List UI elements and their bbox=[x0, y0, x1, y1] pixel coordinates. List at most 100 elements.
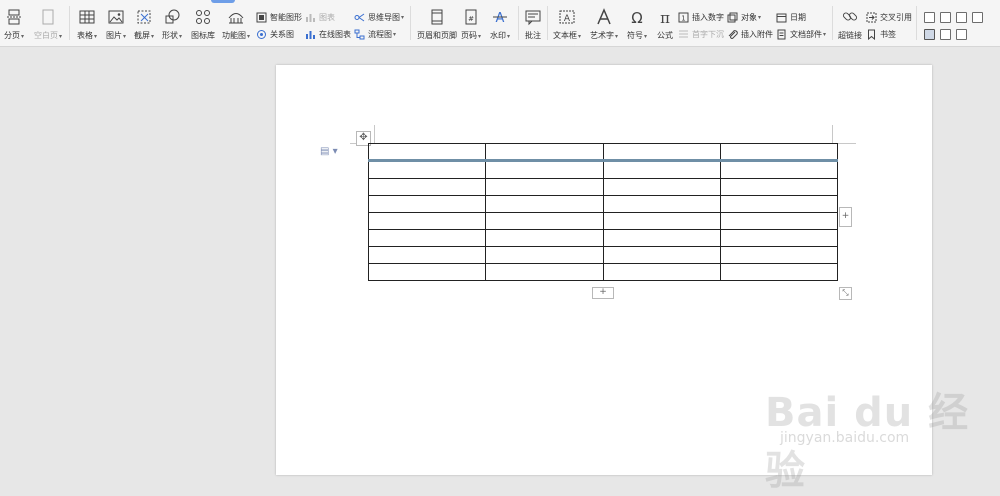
online-chart-button[interactable]: 在线图表 bbox=[305, 29, 351, 40]
divider bbox=[410, 6, 411, 40]
comment-icon bbox=[525, 10, 541, 26]
header-footer-label: 页眉和页脚 bbox=[417, 31, 457, 40]
active-tab-indicator bbox=[211, 0, 235, 3]
table-row bbox=[367, 212, 839, 230]
blank-page-button[interactable]: 空白页▾ bbox=[34, 8, 62, 41]
header-footer-button[interactable]: 页眉和页脚 bbox=[417, 8, 457, 41]
smart-graphic-icon bbox=[256, 12, 267, 23]
bookmark-button[interactable]: 书签 bbox=[866, 29, 896, 40]
doc-parts-label: 文档部件 bbox=[790, 30, 822, 39]
picture-icon bbox=[108, 10, 124, 24]
icon-library-button[interactable]: 图标库 bbox=[191, 8, 215, 41]
view-mode-icon[interactable] bbox=[956, 12, 967, 23]
link-icon bbox=[842, 12, 858, 21]
bookmark-label: 书签 bbox=[880, 30, 896, 39]
table-resize-handle-icon[interactable]: ⤡ bbox=[839, 287, 852, 300]
view-mode-icon[interactable] bbox=[924, 12, 935, 23]
insert-number-label: 插入数字 bbox=[692, 13, 724, 22]
symbol-label: 符号 bbox=[627, 31, 643, 40]
table-button[interactable]: 表格▾ bbox=[77, 8, 97, 41]
paragraph-options-icon[interactable]: ▤ ▾ bbox=[320, 146, 338, 157]
cross-reference-button[interactable]: 交叉引用 bbox=[866, 12, 912, 23]
page-number-label: 页码 bbox=[461, 31, 477, 40]
svg-text:A: A bbox=[564, 14, 571, 24]
page-number-icon: # bbox=[465, 9, 477, 25]
svg-text:π: π bbox=[660, 9, 670, 26]
flowchart-label: 流程图 bbox=[368, 30, 392, 39]
smart-graphic-button[interactable]: 智能图形 bbox=[256, 12, 302, 23]
hyperlink-button[interactable]: 超链接 bbox=[838, 8, 862, 41]
watermark-icon: A bbox=[493, 11, 507, 26]
picture-label: 图片 bbox=[106, 31, 122, 40]
comment-label: 批注 bbox=[525, 31, 541, 40]
function-chart-button[interactable]: 功能图▾ bbox=[222, 8, 250, 41]
online-chart-label: 在线图表 bbox=[319, 30, 351, 39]
comment-button[interactable]: 批注 bbox=[524, 8, 542, 41]
chart-icon bbox=[306, 14, 315, 22]
blank-page-label: 空白页 bbox=[34, 31, 58, 40]
object-label: 对象 bbox=[741, 13, 757, 22]
doc-parts-button[interactable]: 文档部件 ▾ bbox=[776, 29, 826, 40]
document-table[interactable] bbox=[367, 143, 839, 281]
smart-graphic-label: 智能图形 bbox=[270, 13, 302, 22]
insert-number-button[interactable]: 1 插入数字 bbox=[678, 12, 724, 23]
page-break-button[interactable]: 分页▾ bbox=[4, 8, 24, 41]
table-row bbox=[367, 263, 839, 281]
paperclip-icon bbox=[728, 30, 738, 39]
flowchart-button[interactable]: 流程图 ▾ bbox=[354, 29, 396, 40]
screenshot-icon bbox=[137, 10, 151, 24]
mind-map-icon bbox=[354, 13, 365, 22]
insert-attachment-label: 插入附件 bbox=[741, 30, 773, 39]
screenshot-label: 截屏 bbox=[134, 31, 150, 40]
first-letter-sink-button[interactable]: 首字下沉 bbox=[678, 29, 724, 40]
chart-button[interactable]: 图表 bbox=[305, 12, 335, 23]
table-row bbox=[367, 246, 839, 264]
view-mode-icon[interactable] bbox=[924, 29, 935, 40]
word-art-icon bbox=[597, 8, 611, 25]
date-button[interactable]: 日期 bbox=[776, 12, 806, 23]
header-footer-icon bbox=[431, 9, 443, 25]
insert-number-icon: 1 bbox=[678, 12, 689, 23]
page-break-label: 分页 bbox=[4, 31, 20, 40]
formula-icon: π bbox=[660, 9, 670, 26]
hyperlink-label: 超链接 bbox=[838, 31, 862, 40]
picture-button[interactable]: 图片▾ bbox=[106, 8, 126, 41]
formula-button[interactable]: π 公式 bbox=[656, 8, 674, 41]
svg-text:1: 1 bbox=[681, 15, 685, 23]
object-button[interactable]: 对象 ▾ bbox=[727, 12, 761, 23]
divider bbox=[547, 6, 548, 40]
watermark-button[interactable]: A 水印▾ bbox=[490, 8, 510, 41]
add-row-button[interactable]: + bbox=[592, 287, 614, 299]
relation-chart-icon bbox=[257, 30, 266, 39]
insert-attachment-button[interactable]: 插入附件 bbox=[727, 29, 773, 40]
flowchart-icon bbox=[354, 29, 365, 40]
view-mode-icon[interactable] bbox=[956, 29, 967, 40]
page-break-icon bbox=[7, 9, 21, 25]
blank-page-icon bbox=[42, 9, 54, 25]
icon-library-icon bbox=[196, 10, 210, 24]
text-box-button[interactable]: A 文本框▾ bbox=[553, 8, 581, 41]
page-number-button[interactable]: # 页码▾ bbox=[461, 8, 481, 41]
mind-map-button[interactable]: 思维导图 ▾ bbox=[354, 12, 404, 23]
symbol-icon: Ω bbox=[631, 9, 642, 26]
word-art-button[interactable]: 艺术字▾ bbox=[590, 8, 618, 41]
date-label: 日期 bbox=[790, 13, 806, 22]
online-chart-icon bbox=[306, 31, 315, 39]
view-mode-icon[interactable] bbox=[972, 12, 983, 23]
relation-chart-button[interactable]: 关系图 bbox=[256, 29, 294, 40]
shape-label: 形状 bbox=[162, 31, 178, 40]
watermark-url: jingyan.baidu.com bbox=[780, 430, 910, 446]
cross-reference-icon bbox=[866, 12, 877, 23]
function-chart-label: 功能图 bbox=[222, 31, 246, 40]
calendar-icon bbox=[776, 13, 787, 23]
symbol-button[interactable]: Ω 符号▾ bbox=[627, 8, 647, 41]
table-row bbox=[367, 229, 839, 247]
view-mode-icon[interactable] bbox=[940, 12, 951, 23]
divider bbox=[916, 6, 917, 40]
divider bbox=[832, 6, 833, 40]
icon-library-label: 图标库 bbox=[191, 31, 215, 40]
view-mode-icon[interactable] bbox=[940, 29, 951, 40]
screenshot-button[interactable]: 截屏▾ bbox=[134, 8, 154, 41]
add-column-button[interactable]: + bbox=[839, 207, 852, 227]
shape-button[interactable]: 形状▾ bbox=[162, 8, 182, 41]
